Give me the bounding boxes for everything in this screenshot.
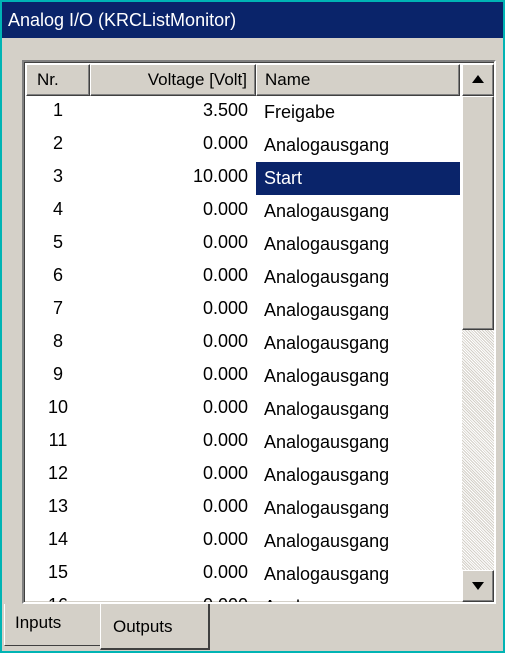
cell-name: Analogausgang	[264, 399, 390, 419]
cell-voltage: 0.000	[202, 364, 248, 384]
cell-nr: 5	[52, 232, 63, 252]
cell-name: Analogausgang	[256, 591, 460, 602]
list-row[interactable]: 160.000 Analogausgang	[26, 591, 460, 602]
cell-name: Analogausgang	[264, 135, 390, 155]
cell-nr: 15	[47, 562, 69, 582]
cell-name: Analogausgang	[264, 531, 390, 551]
list-row[interactable]: 4 0.000 Analogausgang	[26, 195, 460, 228]
list-row[interactable]: 5 0.000 Analogausgang	[26, 228, 460, 261]
list-row[interactable]: 13 0.000 Analogausgang	[26, 492, 460, 525]
list-row[interactable]: 9 0.000 Analogausgang	[26, 360, 460, 393]
cell-voltage: 0.000	[202, 430, 248, 450]
cell-name: Analogausgang	[264, 267, 390, 287]
window-title: Analog I/O (KRCListMonitor)	[2, 2, 503, 38]
cell-nr: 10	[47, 397, 69, 417]
cell-voltage: 0.000	[202, 331, 248, 351]
cell-voltage: 0.000	[202, 562, 248, 582]
cell-voltage: 0.000	[202, 529, 248, 549]
list-row[interactable]: 2 0.000 Analogausgang	[26, 129, 460, 162]
cell-name: Analogausgang	[264, 333, 390, 353]
cell-nr: 2	[52, 133, 63, 153]
cell-name: Analogausgang	[264, 234, 390, 254]
cell-voltage: 0.000	[202, 199, 248, 219]
cell-nr: 16	[26, 595, 90, 602]
cell-name: Analogausgang	[264, 465, 390, 485]
cell-name: Analogausgang	[264, 201, 390, 221]
column-header-voltage[interactable]: Voltage [Volt]	[90, 64, 256, 96]
cell-voltage: 0.000	[202, 463, 248, 483]
tab-inputs[interactable]: Inputs	[4, 604, 100, 646]
cell-nr: 8	[52, 331, 63, 351]
list-row[interactable]: 11 0.000 Analogausgang	[26, 426, 460, 459]
vertical-scrollbar[interactable]	[462, 64, 494, 602]
cell-voltage: 10.000	[192, 166, 248, 186]
cell-nr: 12	[47, 463, 69, 483]
cell-name: Analogausgang	[264, 300, 390, 320]
cell-name: Analogausgang	[264, 432, 390, 452]
cell-nr: 13	[47, 496, 69, 516]
cell-voltage: 0.000	[202, 232, 248, 252]
list-row[interactable]: 3 10.000 Start	[26, 162, 460, 195]
column-header-nr[interactable]: Nr.	[26, 64, 90, 96]
cell-nr: 11	[48, 430, 68, 450]
cell-voltage: 0.000	[202, 496, 248, 516]
arrow-up-icon	[472, 75, 484, 83]
list-row[interactable]: 12 0.000 Analogausgang	[26, 459, 460, 492]
cell-name: Freigabe	[264, 102, 336, 122]
cell-name: Analogausgang	[264, 366, 390, 386]
tab-strip: Inputs Outputs	[2, 604, 503, 651]
cell-nr: 4	[52, 199, 63, 219]
column-header-name[interactable]: Name	[256, 64, 460, 96]
cell-name: Start	[256, 162, 460, 195]
list-rows: 1 3.500 Freigabe 2 0.000 Analogausgang 3 10.000…	[26, 96, 460, 602]
cell-name: Analogausgang	[264, 498, 390, 518]
cell-voltage: 0.000	[90, 595, 248, 602]
cell-nr: 3	[52, 166, 63, 186]
cell-nr: 14	[47, 529, 69, 549]
list-row[interactable]: 14 0.000 Analogausgang	[26, 525, 460, 558]
cell-voltage: 0.000	[202, 133, 248, 153]
cell-voltage: 0.000	[202, 265, 248, 285]
list-row[interactable]: 7 0.000 Analogausgang	[26, 294, 460, 327]
cell-nr: 6	[52, 265, 63, 285]
list-row[interactable]: 6 0.000 Analogausgang	[26, 261, 460, 294]
cell-voltage: 3.500	[202, 100, 248, 120]
io-list-view[interactable]: Nr. Voltage [Volt] Name 1 3.500 Freigabe 2 0…	[22, 60, 496, 604]
scroll-up-button[interactable]	[462, 64, 494, 96]
list-row[interactable]: 1 3.500 Freigabe	[26, 96, 460, 129]
scroll-thumb[interactable]	[462, 96, 494, 330]
cell-name: Analogausgang	[264, 564, 390, 584]
list-header: Nr. Voltage [Volt] Name	[26, 64, 460, 96]
list-row[interactable]: 8 0.000 Analogausgang	[26, 327, 460, 360]
arrow-down-icon	[472, 582, 484, 590]
list-row[interactable]: 15 0.000 Analogausgang	[26, 558, 460, 591]
cell-nr: 9	[52, 364, 63, 384]
analog-io-window: Analog I/O (KRCListMonitor) Nr. Voltage …	[0, 0, 505, 653]
cell-voltage: 0.000	[202, 397, 248, 417]
cell-voltage: 0.000	[202, 298, 248, 318]
list-row[interactable]: 10 0.000 Analogausgang	[26, 393, 460, 426]
scroll-down-button[interactable]	[462, 570, 494, 602]
cell-nr: 1	[52, 100, 63, 120]
cell-nr: 7	[52, 298, 63, 318]
tab-outputs[interactable]: Outputs	[100, 604, 210, 650]
